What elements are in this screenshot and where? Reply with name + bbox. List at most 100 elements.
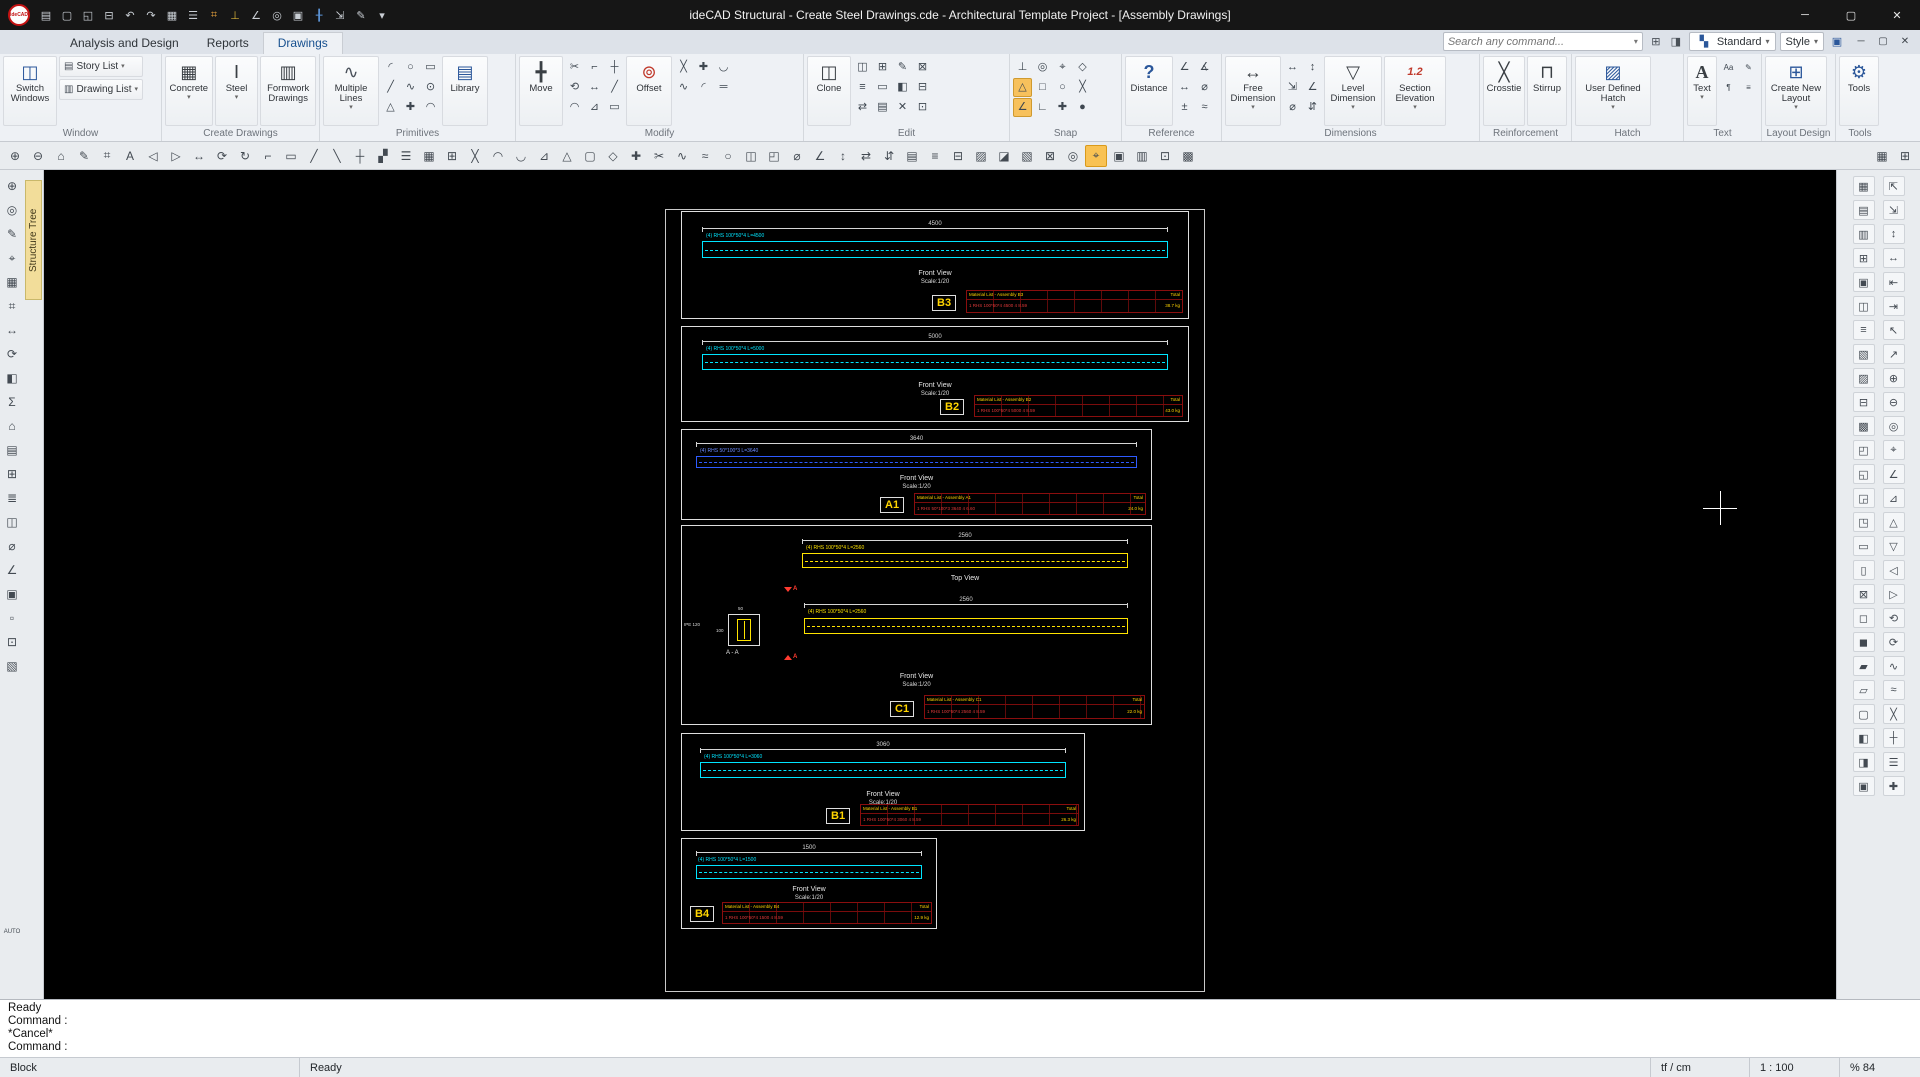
layout-tool-icon[interactable]: ◨: [1853, 752, 1875, 772]
reference-tool-icon[interactable]: ⌀: [1195, 78, 1214, 97]
qat-icon[interactable]: ☰: [183, 5, 203, 25]
edit-tool-icon[interactable]: ▤: [873, 98, 892, 117]
toolbar-icon[interactable]: ≡: [924, 145, 946, 167]
side-tool-icon[interactable]: ⌂: [2, 416, 22, 436]
toolbar-icon[interactable]: ⊞: [1894, 145, 1916, 167]
qat-icon[interactable]: ▤: [36, 5, 56, 25]
layout-tool-icon[interactable]: ▦: [1853, 176, 1875, 196]
snap-tool-icon[interactable]: ●: [1073, 98, 1092, 117]
primitive-tool-icon[interactable]: ∿: [401, 78, 420, 97]
reference-tool-icon[interactable]: ∡: [1195, 58, 1214, 77]
side-tool-icon[interactable]: ◧: [2, 368, 22, 388]
primitive-tool-icon[interactable]: ◠: [421, 98, 440, 117]
side-tool-icon[interactable]: ⊞: [2, 464, 22, 484]
layout-tool-icon[interactable]: ▭: [1853, 536, 1875, 556]
edit-tool-icon[interactable]: ⊟: [913, 78, 932, 97]
modify-tool-icon[interactable]: ✂: [565, 58, 584, 77]
layout-tool-icon[interactable]: ◱: [1853, 464, 1875, 484]
drawing-sheet-a1[interactable]: 3640 (4) RHS 50*100*3 L=3640 Front ViewS…: [681, 429, 1152, 520]
modify-tool-icon[interactable]: ⌐: [585, 58, 604, 77]
layout-tool-icon[interactable]: ↕: [1883, 224, 1905, 244]
free-dimension-button[interactable]: ↔ Free Dimension ▾: [1225, 56, 1281, 126]
text-tool-icon[interactable]: ≡: [1739, 78, 1758, 97]
tab-reports[interactable]: Reports: [193, 33, 263, 54]
qat-icon[interactable]: ⌗: [204, 5, 224, 25]
toolbar-icon[interactable]: ⌂: [50, 145, 72, 167]
edit-tool-icon[interactable]: ✕: [893, 98, 912, 117]
drawing-canvas[interactable]: 4500 (4) RHS 100*50*4 L=4500 Front ViewS…: [44, 170, 1836, 999]
layout-tool-icon[interactable]: ▰: [1853, 656, 1875, 676]
dimension-tool-icon[interactable]: ⌀: [1283, 98, 1302, 117]
layout-tool-icon[interactable]: ↔: [1883, 248, 1905, 268]
toolbar-icon[interactable]: ◠: [487, 145, 509, 167]
toolbar-icon[interactable]: ▨: [970, 145, 992, 167]
modify-tool-icon[interactable]: ↔: [585, 78, 604, 97]
layout-tool-icon[interactable]: ⊿: [1883, 488, 1905, 508]
offset-button[interactable]: ⊚ Offset: [626, 56, 672, 126]
layout-tool-icon[interactable]: ↖: [1883, 320, 1905, 340]
toolbar-icon[interactable]: ◪: [993, 145, 1015, 167]
concrete-button[interactable]: ▦ Concrete ▾: [165, 56, 213, 126]
layout-tool-icon[interactable]: ◎: [1883, 416, 1905, 436]
modify-tool-icon[interactable]: ⟲: [565, 78, 584, 97]
modify-tool-icon[interactable]: ╳: [674, 58, 693, 77]
edit-tool-icon[interactable]: ◧: [893, 78, 912, 97]
snap-tool-icon[interactable]: ∠: [1013, 98, 1032, 117]
side-tool-icon[interactable]: ⊡: [2, 632, 22, 652]
qat-icon[interactable]: ⊥: [225, 5, 245, 25]
layout-tool-icon[interactable]: ▧: [1853, 344, 1875, 364]
modify-tool-icon[interactable]: ∿: [674, 78, 693, 97]
clone-button[interactable]: ◫ Clone: [807, 56, 851, 126]
side-tool-icon[interactable]: ▦: [2, 272, 22, 292]
doc-close-button[interactable]: ✕: [1894, 33, 1916, 51]
side-tool-icon[interactable]: ▤: [2, 440, 22, 460]
snap-tool-icon[interactable]: ◇: [1073, 58, 1092, 77]
minimize-button[interactable]: ─: [1782, 0, 1828, 30]
edit-tool-icon[interactable]: ⇄: [853, 98, 872, 117]
side-tool-icon[interactable]: ⊕: [2, 176, 22, 196]
layout-tool-icon[interactable]: ⟲: [1883, 608, 1905, 628]
toolbar-icon[interactable]: ▧: [1016, 145, 1038, 167]
layout-tool-icon[interactable]: ⊖: [1883, 392, 1905, 412]
doc-minimize-button[interactable]: ─: [1850, 33, 1872, 51]
layout-tool-icon[interactable]: ☰: [1883, 752, 1905, 772]
dimension-tool-icon[interactable]: ∠: [1303, 78, 1322, 97]
modify-tool-icon[interactable]: ╱: [605, 78, 624, 97]
library-button[interactable]: ▤ Library: [442, 56, 488, 126]
qat-icon[interactable]: ∠: [246, 5, 266, 25]
qat-icon[interactable]: ⊟: [99, 5, 119, 25]
primitive-tool-icon[interactable]: ○: [401, 58, 420, 77]
standard-dropdown[interactable]: ▚ Standard ▾: [1689, 32, 1776, 51]
layout-tool-icon[interactable]: ∿: [1883, 656, 1905, 676]
steel-beam-front-view[interactable]: [804, 618, 1128, 634]
side-tool-icon[interactable]: ▣: [2, 584, 22, 604]
distance-button[interactable]: ? Distance: [1125, 56, 1173, 126]
toolbar-icon[interactable]: ⌀: [786, 145, 808, 167]
reference-tool-icon[interactable]: ∠: [1175, 58, 1194, 77]
layout-tool-icon[interactable]: ▩: [1853, 416, 1875, 436]
edit-tool-icon[interactable]: ✎: [893, 58, 912, 77]
toolbar-icon[interactable]: ⌐: [257, 145, 279, 167]
toolbar-icon[interactable]: ↻: [234, 145, 256, 167]
layout-tool-icon[interactable]: ⇤: [1883, 272, 1905, 292]
layout-tool-icon[interactable]: ▣: [1853, 272, 1875, 292]
qat-icon[interactable]: ▣: [288, 5, 308, 25]
layout-tool-icon[interactable]: ≡: [1853, 320, 1875, 340]
tab-drawings[interactable]: Drawings: [263, 32, 343, 54]
layout-tool-icon[interactable]: ⇥: [1883, 296, 1905, 316]
status-units[interactable]: tf / cm: [1650, 1058, 1750, 1077]
auto-snap-label[interactable]: AUTO: [2, 929, 22, 935]
layout-tool-icon[interactable]: ▨: [1853, 368, 1875, 388]
tools-button[interactable]: ⚙ Tools: [1839, 56, 1879, 126]
layout-tool-icon[interactable]: ⊠: [1853, 584, 1875, 604]
toolbar-icon[interactable]: ◇: [602, 145, 624, 167]
command-line-panel[interactable]: ReadyCommand :*Cancel*Command :: [0, 999, 1920, 1057]
toolbar-icon[interactable]: ☰: [395, 145, 417, 167]
edit-tool-icon[interactable]: ≡: [853, 78, 872, 97]
maximize-button[interactable]: ▢: [1828, 0, 1874, 30]
toolbar-icon[interactable]: ⊟: [947, 145, 969, 167]
snap-tool-icon[interactable]: ⊥: [1013, 58, 1032, 77]
steel-button[interactable]: Ⅰ Steel ▾: [215, 56, 259, 126]
layout-tool-icon[interactable]: △: [1883, 512, 1905, 532]
toolbar-icon[interactable]: ≈: [694, 145, 716, 167]
